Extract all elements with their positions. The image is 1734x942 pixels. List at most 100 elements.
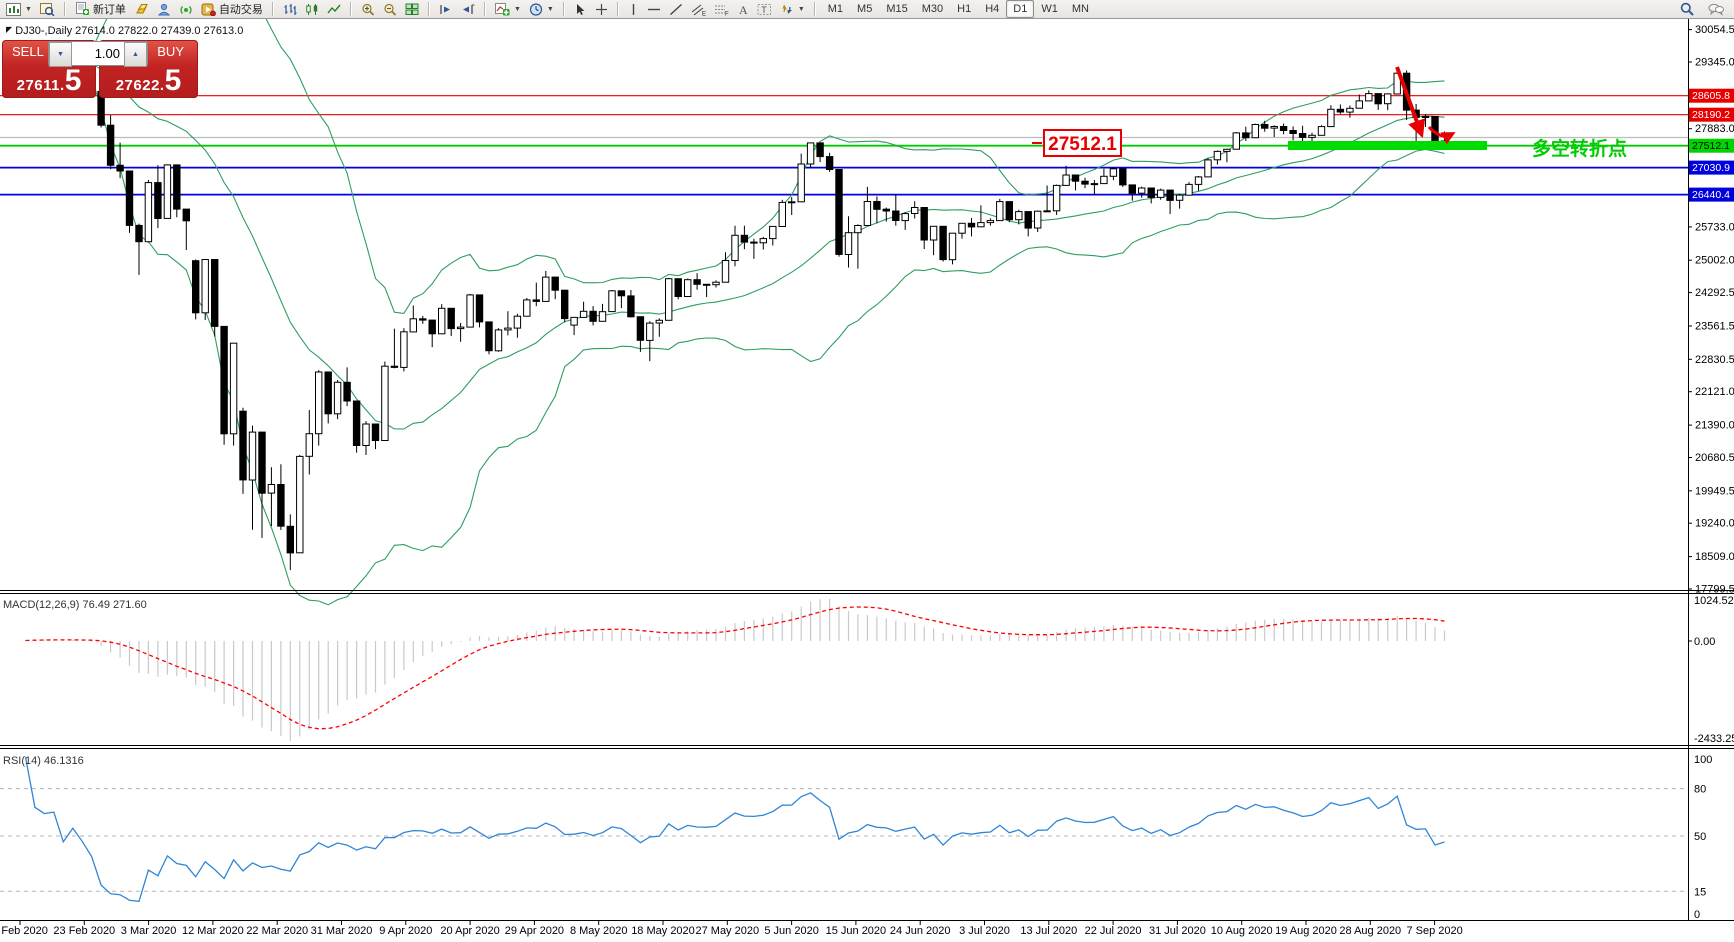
svg-text:31 Jul 2020: 31 Jul 2020: [1149, 925, 1206, 937]
horizontal-line-icon: [647, 8, 660, 10]
timeframe-w1-button[interactable]: W1: [1034, 0, 1065, 18]
zoom-in-button[interactable]: [357, 0, 379, 19]
toolbar-separator: [63, 2, 66, 16]
new-order-label: 新订单: [92, 4, 126, 16]
buy-price-small: 27622.: [115, 77, 165, 94]
price-badge: 26440.4: [1692, 189, 1730, 201]
svg-text:3 Mar 2020: 3 Mar 2020: [121, 925, 177, 937]
toolbar-separator: [427, 2, 430, 16]
candlestick-chart-icon: [306, 3, 318, 15]
signals-beacon-icon: [180, 5, 192, 14]
new-order-icon: [75, 2, 89, 15]
trendline-icon: [669, 3, 682, 15]
sell-button[interactable]: SELL: [12, 44, 44, 59]
community-icon: [157, 3, 171, 15]
chart-profile-button[interactable]: [36, 0, 59, 19]
cursor-button[interactable]: [570, 0, 591, 19]
volume-increase-button[interactable]: ▲: [124, 42, 147, 67]
tile-windows-button[interactable]: [401, 0, 423, 19]
periods-button[interactable]: ▼: [525, 0, 558, 19]
timeframe-m30-button[interactable]: M30: [915, 0, 950, 18]
timeframe-mn-button[interactable]: MN: [1065, 0, 1096, 18]
turning-point-zone[interactable]: [1288, 141, 1487, 150]
text-label-button[interactable]: T: [753, 0, 776, 19]
price-badge: 28190.2: [1692, 109, 1730, 121]
symbol-header: ◤ DJ30-,Daily 27614.0 27822.0 27439.0 27…: [6, 25, 243, 37]
auto-trading-button[interactable]: 自动交易: [197, 0, 267, 19]
indicators-button[interactable]: ▼: [491, 0, 525, 19]
indicators-icon: [494, 2, 510, 15]
timeframe-h1-button[interactable]: H1: [950, 0, 978, 18]
bar-chart-icon: [284, 3, 297, 15]
auto-scroll-button[interactable]: [435, 0, 457, 19]
svg-text:29 Apr 2020: 29 Apr 2020: [505, 925, 564, 937]
macd-label: MACD(12,26,9) 76.49 271.60: [3, 599, 147, 611]
timeframe-h4-button[interactable]: H4: [978, 0, 1006, 18]
community-button[interactable]: [153, 0, 175, 19]
svg-text:50: 50: [1694, 831, 1706, 843]
buy-price: 27622.5: [99, 66, 198, 96]
line-chart-icon: [327, 4, 341, 13]
chat-button[interactable]: [1704, 0, 1728, 19]
candlestick-chart-button[interactable]: [301, 0, 323, 19]
price-callout-text: 27512.1: [1048, 134, 1117, 155]
equidistant-channel-button[interactable]: E: [687, 0, 710, 19]
chart-canvas[interactable]: 27512.1 多空转折点 MACD(12,26,9) 76.49 271.60 RS…: [0, 0, 1734, 942]
svg-text:0.00: 0.00: [1694, 636, 1715, 648]
auto-scroll-icon: [440, 4, 450, 14]
signals-button[interactable]: [175, 0, 197, 19]
chart-shift-button[interactable]: [457, 0, 479, 19]
svg-text:A: A: [739, 3, 748, 16]
crosshair-icon: [595, 3, 607, 15]
bar-chart-button[interactable]: [279, 0, 301, 19]
market-button[interactable]: [130, 0, 153, 19]
svg-text:12 Mar 2020: 12 Mar 2020: [182, 925, 244, 937]
search-button[interactable]: [1676, 0, 1698, 19]
toolbar-separator: [483, 2, 486, 16]
svg-text:22 Mar 2020: 22 Mar 2020: [246, 925, 308, 937]
arrow-objects-icon: [782, 4, 792, 14]
one-click-trading-panel: SELL 27611.5 BUY 27622.5 ▼ ▲: [2, 40, 198, 98]
timeframe-m15-button[interactable]: M15: [879, 0, 914, 18]
svg-text:23 Feb 2020: 23 Feb 2020: [53, 925, 115, 937]
svg-text:27883.0: 27883.0: [1695, 123, 1734, 135]
sell-price: 27611.5: [2, 66, 96, 96]
new-order-button[interactable]: 新订单: [71, 0, 130, 19]
svg-text:0: 0: [1694, 909, 1700, 921]
line-chart-button[interactable]: [323, 0, 345, 19]
zoom-out-icon: [384, 3, 397, 16]
price-badge: 28605.8: [1692, 90, 1730, 102]
price-badge: 27030.9: [1692, 162, 1730, 174]
horizontal-line-button[interactable]: [643, 0, 665, 19]
volume-input[interactable]: [72, 42, 124, 65]
buy-price-pips: 5: [164, 64, 182, 97]
turning-point-label: 多空转折点: [1532, 137, 1627, 160]
svg-text:22 Jul 2020: 22 Jul 2020: [1085, 925, 1142, 937]
svg-text:25733.0: 25733.0: [1695, 221, 1734, 233]
new-chart-button[interactable]: ▼: [2, 0, 36, 19]
svg-text:18 May 2020: 18 May 2020: [631, 925, 695, 937]
chat-bubbles-icon: [1708, 3, 1724, 16]
text-button[interactable]: A: [733, 0, 753, 19]
trendline-button[interactable]: [665, 0, 687, 19]
price-badge: 27512.1: [1692, 140, 1730, 152]
timeframe-m5-button[interactable]: M5: [850, 0, 879, 18]
volume-decrease-button[interactable]: ▼: [49, 42, 72, 67]
chevron-down-icon: ▼: [25, 5, 32, 13]
toolbar-separator: [562, 2, 565, 16]
timeframe-m1-button[interactable]: M1: [821, 0, 850, 18]
zoom-out-button[interactable]: [379, 0, 401, 19]
timeframe-d1-button[interactable]: D1: [1006, 0, 1035, 18]
chevron-down-icon: ▼: [797, 5, 805, 13]
svg-text:10 Aug 2020: 10 Aug 2020: [1211, 925, 1273, 937]
equidistant-channel-icon: E: [691, 4, 706, 16]
svg-text:24 Jun 2020: 24 Jun 2020: [890, 925, 951, 937]
arrows-button[interactable]: ▼: [776, 0, 809, 19]
fibonacci-button[interactable]: F: [710, 0, 733, 19]
svg-text:3 Feb 2020: 3 Feb 2020: [0, 925, 48, 937]
svg-text:5 Jun 2020: 5 Jun 2020: [764, 925, 818, 937]
buy-button[interactable]: BUY: [157, 44, 184, 59]
crosshair-button[interactable]: [591, 0, 612, 19]
auto-trading-icon: [201, 3, 216, 16]
vertical-line-button[interactable]: [624, 0, 643, 19]
